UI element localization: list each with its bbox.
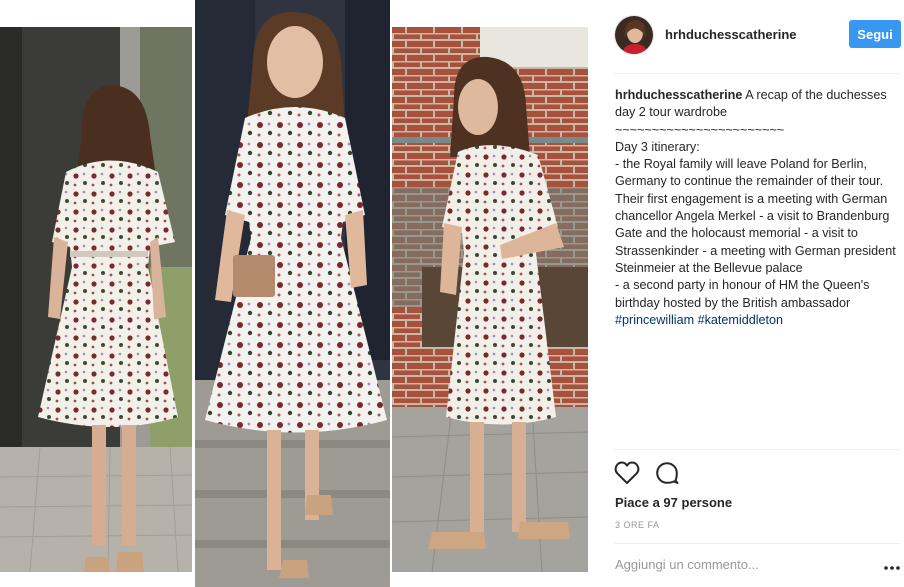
post-image[interactable] bbox=[0, 0, 588, 587]
post-header: hrhduchesscatherine Segui bbox=[588, 0, 904, 72]
comment-input[interactable] bbox=[615, 557, 855, 572]
divider bbox=[614, 543, 900, 544]
divider bbox=[614, 449, 900, 450]
username[interactable]: hrhduchesscatherine bbox=[665, 27, 797, 42]
caption-username[interactable]: hrhduchesscatherine bbox=[615, 88, 742, 102]
caption: hrhduchesscatherine A recap of the duche… bbox=[615, 87, 904, 329]
likes-count[interactable]: Piace a 97 persone bbox=[615, 495, 732, 510]
more-icon[interactable] bbox=[884, 566, 900, 570]
post-panel: hrhduchesscatherine Segui hrhduchesscath… bbox=[588, 0, 904, 587]
hashtag-link[interactable]: #katemiddleton bbox=[698, 313, 783, 327]
timestamp[interactable]: 3 ORE FA bbox=[615, 520, 660, 530]
comment-icon[interactable] bbox=[655, 461, 679, 485]
divider bbox=[614, 73, 900, 74]
photo-side-view bbox=[392, 27, 588, 572]
photo-front-view bbox=[195, 0, 390, 587]
heart-icon[interactable] bbox=[614, 461, 640, 485]
avatar[interactable] bbox=[614, 15, 654, 55]
caption-text: A recap of the duchesses day 2 tour ward… bbox=[615, 88, 896, 310]
photo-back-view bbox=[0, 27, 192, 572]
hashtag-link[interactable]: #princewilliam bbox=[615, 313, 694, 327]
follow-button[interactable]: Segui bbox=[849, 20, 901, 48]
